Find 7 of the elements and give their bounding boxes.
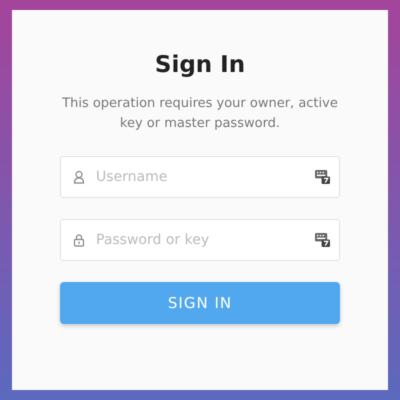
sign-in-button[interactable]: SIGN IN: [60, 282, 340, 324]
input-field[interactable]: Username: [60, 156, 340, 198]
keyboard-icon: [315, 169, 330, 184]
input-field[interactable]: Password or key: [60, 219, 340, 261]
description-text: This operation requires your owner, active key or master password.: [61, 95, 339, 133]
keyboard-icon: [315, 232, 330, 247]
dialog-title: Sign In: [154, 52, 246, 78]
